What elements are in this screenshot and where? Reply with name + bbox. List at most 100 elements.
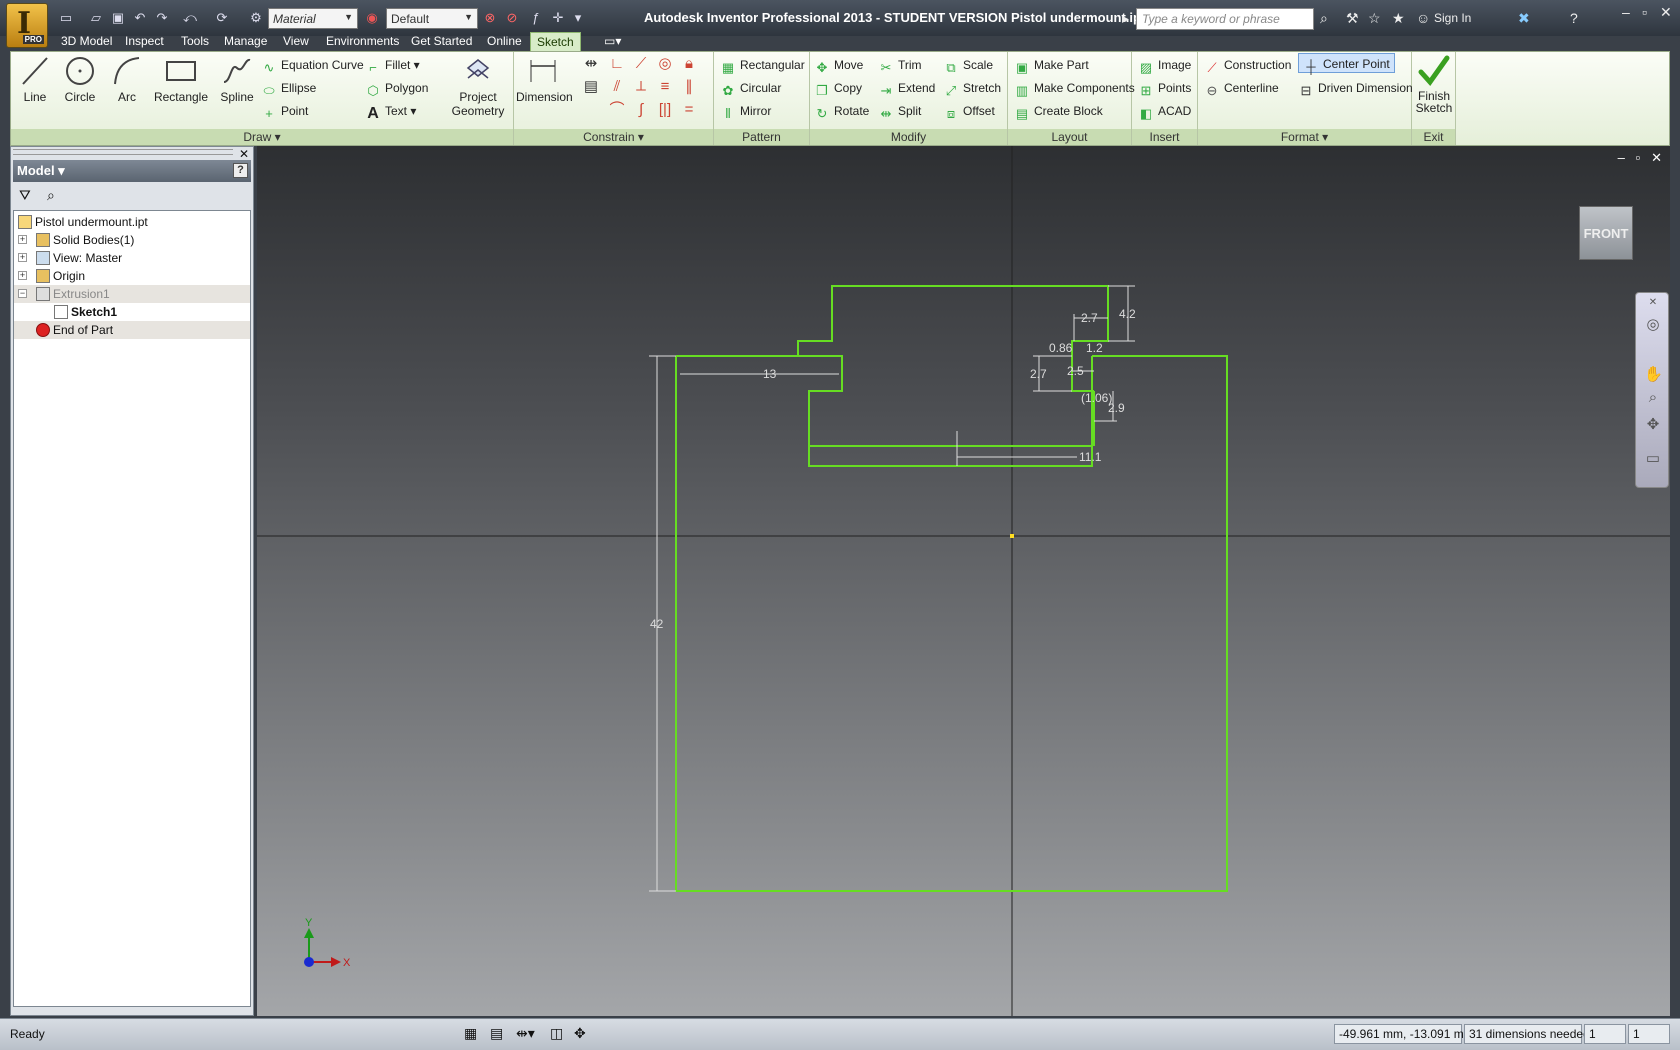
wrench-icon[interactable]: ⚒ <box>1346 10 1359 26</box>
favorites-star-icon[interactable]: ★ <box>1392 10 1405 26</box>
arrow-right-icon[interactable]: ▸ <box>1122 10 1129 26</box>
browser-grip[interactable] <box>13 149 233 155</box>
filter-icon[interactable]: ⛛ <box>19 187 31 204</box>
sign-in-link[interactable]: Sign In <box>1434 11 1471 25</box>
browser-close-icon[interactable]: ✕ <box>239 147 249 161</box>
binoculars-icon[interactable]: ⌕ <box>1320 10 1328 26</box>
rectangle-button[interactable]: Rectangle <box>151 54 211 104</box>
extend-button[interactable]: ⇥ Extend <box>878 78 936 98</box>
dimension-status-icon[interactable]: ⇹▾ <box>516 1025 535 1042</box>
tab-online[interactable]: Online <box>481 32 528 51</box>
draw-panel-title[interactable]: Draw ▾ <box>11 129 513 145</box>
vertical-icon[interactable]: ∥ <box>678 77 700 97</box>
rotate-button[interactable]: ↻ Rotate <box>814 101 870 121</box>
relax-mode-icon[interactable]: ◫ <box>550 1025 563 1042</box>
parallel-icon[interactable]: ⫽ <box>606 77 628 97</box>
make-components-button[interactable]: ▥ Make Components <box>1014 78 1135 98</box>
collapse-icon[interactable]: − <box>18 289 27 298</box>
dim-label-2-7-top[interactable]: 2.7 <box>1081 311 1098 325</box>
stretch-button[interactable]: ⤢ Stretch <box>943 78 1001 98</box>
exchange-icon[interactable]: ✖ <box>1518 10 1530 26</box>
horizontal-icon[interactable]: ≡ <box>654 77 676 97</box>
tab-inspect[interactable]: Inspect <box>119 32 170 51</box>
expand-icon[interactable]: + <box>18 253 27 262</box>
browser-help-icon[interactable]: ? <box>233 163 248 178</box>
application-menu-button[interactable]: I PRO <box>6 3 48 48</box>
tab-extra-icon[interactable]: ▭▾ <box>598 32 627 51</box>
equal-icon[interactable]: = <box>678 100 700 120</box>
dim-label-42[interactable]: 42 <box>650 617 664 631</box>
help-icon[interactable]: ? <box>1570 10 1578 26</box>
tab-get-started[interactable]: Get Started <box>405 32 478 51</box>
tree-node-view-master[interactable]: + View: Master <box>14 249 250 267</box>
driven-dimension-button[interactable]: ⊟ Driven Dimension <box>1298 78 1413 98</box>
split-button[interactable]: ⇹ Split <box>878 101 922 121</box>
redo-icon[interactable]: ↷ <box>154 10 170 26</box>
tab-tools[interactable]: Tools <box>175 32 215 51</box>
constrain-panel-title[interactable]: Constrain ▾ <box>514 129 713 145</box>
dim-label-13[interactable]: 13 <box>763 367 777 381</box>
trim-button[interactable]: ✂ Trim <box>878 55 922 75</box>
circular-pattern-button[interactable]: ✿ Circular <box>720 78 782 98</box>
browser-header[interactable]: Model ▾ ? <box>13 160 251 182</box>
centerline-button[interactable]: ⊖ Centerline <box>1204 78 1279 98</box>
tree-node-solid-bodies[interactable]: + Solid Bodies(1) <box>14 231 250 249</box>
minimize-icon[interactable]: – <box>1622 4 1630 20</box>
make-part-button[interactable]: ▣ Make Part <box>1014 55 1089 75</box>
circle-button[interactable]: Circle <box>58 54 102 104</box>
polygon-button[interactable]: ⬡ Polygon <box>365 78 428 98</box>
gear-icon[interactable]: ⚙ <box>248 10 264 26</box>
smooth-icon[interactable]: ∫ <box>630 100 652 120</box>
sketch-line-body[interactable] <box>675 355 1228 892</box>
tangent-icon[interactable]: ⌒ <box>606 100 628 120</box>
constraint-settings-icon[interactable]: ▤ <box>490 1025 503 1042</box>
dim-label-2-9[interactable]: 2.9 <box>1108 401 1125 415</box>
tab-sketch[interactable]: Sketch <box>530 32 581 51</box>
perpendicular-icon[interactable]: ⟂ <box>630 77 652 97</box>
create-block-button[interactable]: ▤ Create Block <box>1014 101 1103 121</box>
collinear-icon[interactable]: ⟋ <box>630 54 652 74</box>
help-search-input[interactable]: Type a keyword or phrase <box>1136 8 1314 30</box>
scale-button[interactable]: ⧉ Scale <box>943 55 993 75</box>
fillet-button[interactable]: ⌐ Fillet ▾ <box>365 55 420 75</box>
construction-button[interactable]: ⟋ Construction <box>1204 55 1291 75</box>
return-icon[interactable]: ⤺ <box>182 10 198 26</box>
tab-3d-model[interactable]: 3D Model <box>55 32 118 51</box>
restore-icon[interactable]: ▫ <box>1642 4 1647 20</box>
point-button[interactable]: + Point <box>261 101 308 121</box>
graphics-viewport[interactable]: – ▫ ✕ FRONT ✕ ◎ ✋ ⌕ ✥ ▭ 13 42 2.7 4.2 0.… <box>257 146 1670 1016</box>
fx-icon[interactable]: ƒ <box>528 10 544 26</box>
origin-point[interactable] <box>1010 534 1014 538</box>
dim-label-2-7-left[interactable]: 2.7 <box>1030 367 1047 381</box>
close-icon[interactable]: ✕ <box>1660 4 1672 21</box>
subscription-icon[interactable]: ☆ <box>1368 10 1381 26</box>
auto-dimension-icon[interactable]: ⇹ <box>580 54 602 74</box>
tree-node-part[interactable]: Pistol undermount.ipt <box>14 213 250 231</box>
center-point-button[interactable]: ┼ Center Point <box>1298 53 1395 74</box>
equation-curve-button[interactable]: ∿ Equation Curve <box>261 55 364 75</box>
tree-node-end-of-part[interactable]: End of Part <box>14 321 250 339</box>
show-constraints-icon[interactable]: ▦ <box>464 1025 477 1042</box>
line-button[interactable]: Line <box>15 54 55 104</box>
open-file-icon[interactable]: ▱ <box>88 10 104 26</box>
mirror-button[interactable]: ⫴ Mirror <box>720 101 771 121</box>
spline-button[interactable]: Spline <box>215 54 259 104</box>
degrees-of-freedom-icon[interactable]: ✥ <box>574 1025 586 1042</box>
clear-appearance-icon[interactable]: ⊗ <box>482 10 498 26</box>
text-button[interactable]: A Text ▾ <box>365 101 416 122</box>
arc-button[interactable]: Arc <box>105 54 149 104</box>
save-icon[interactable]: ▣ <box>110 10 126 26</box>
show-constraints-icon[interactable]: ▤ <box>580 77 602 97</box>
binoculars-icon[interactable]: ⌕ <box>47 187 55 204</box>
tab-environments[interactable]: Environments <box>320 32 405 51</box>
tree-node-sketch1[interactable]: Sketch1 <box>14 303 250 321</box>
image-button[interactable]: ▨ Image <box>1138 55 1192 75</box>
project-geometry-button[interactable]: Project Geometry <box>447 54 509 118</box>
coincident-icon[interactable]: ∟ <box>606 54 628 74</box>
undo-icon[interactable]: ↶ <box>132 10 148 26</box>
tab-view[interactable]: View <box>277 32 315 51</box>
sketch-line-top-block[interactable] <box>797 285 1109 392</box>
concentric-icon[interactable]: ◎ <box>654 54 676 74</box>
expand-icon[interactable]: + <box>18 271 27 280</box>
offset-button[interactable]: ⧈ Offset <box>943 101 995 121</box>
